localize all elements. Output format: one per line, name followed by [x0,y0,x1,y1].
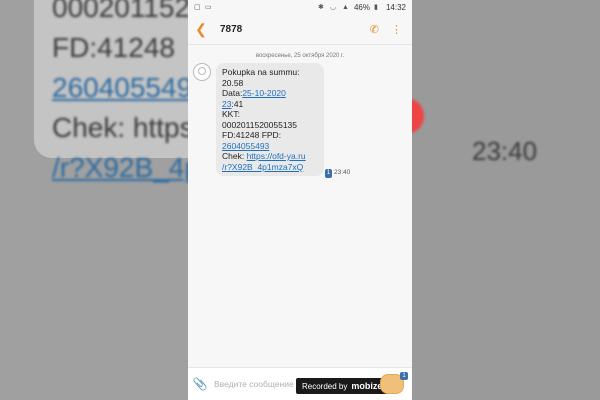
minute-text: :41 [231,98,244,109]
message-line: Pokupka na summu: [222,67,300,77]
message-line: /r?X92B_4p1mza7xQ [222,162,318,173]
gallery-icon: ▢ [194,3,201,11]
mobizen-badge-icon [412,98,424,134]
bg-line: 0002011520055135 [52,0,188,23]
status-bar: ▢ ▭ ✱ ◡ ▲ 46% ▮ 14:32 [188,0,412,14]
chek-link-cont[interactable]: /r?X92B_4p1mza7xQ [222,162,303,172]
message-line: 23:41 [222,99,318,110]
bluetooth-icon: ✱ [317,3,324,11]
send-count-badge: 1 [400,372,408,380]
chek-label: Chek: [222,151,247,161]
background-left: 0002011520055135 FD:41248 2604055493 Che… [0,0,188,400]
conversation-title: 7878 [220,23,243,35]
date-link[interactable]: 25-10-2020 [242,88,285,98]
message-line: KKT: [222,109,240,119]
bg-time: 23:40 [472,136,538,166]
back-arrow-icon[interactable]: ❮ [188,21,214,38]
bg-line: FD:41248 [52,32,175,63]
message-line: Data:25-10-2020 [222,88,318,99]
message-line: 20.58 [222,77,244,88]
call-icon[interactable]: ✆ [370,23,379,36]
message-line: 2604055493 [222,141,318,152]
bg-line: Chek: https://ofd-ya.ru [52,112,188,143]
message-time: 23:40 [334,169,351,176]
clock: 14:32 [385,2,406,12]
battery-icon: ▮ [373,3,378,11]
recording-label: Recorded by [302,381,348,391]
message-bubble[interactable]: Pokupka na summu: 20.58 Data:25-10-2020 … [216,63,324,176]
data-label: Data: [222,88,243,98]
app-bar: ❮ 7878 ✆ ⋮ [188,14,412,45]
cast-icon: ▭ [205,3,212,11]
date-separator: воскресенье, 25 октября 2020 г. [255,53,345,59]
message-count-badge: 1 [325,169,332,178]
battery-percent: 46% [353,2,370,12]
bg-line: /r?X92B_4p1mza7xQ [52,152,188,183]
contact-avatar-icon[interactable] [193,63,211,81]
background-right: 23:40 [412,0,600,400]
message-line: 0002011520055135 [222,119,298,130]
compose-bar: 📎 Recorded by mobizen 1 [188,367,412,400]
message-row: Pokupka na summu: 20.58 Data:25-10-2020 … [188,63,412,183]
phone-screen: ▢ ▭ ✱ ◡ ▲ 46% ▮ 14:32 ❮ 7878 ✆ ⋮ воскрес… [188,0,412,400]
signal-icon: ▲ [341,3,349,11]
fpd-link[interactable]: 2604055493 [222,141,269,151]
bg-line: 2604055493 [52,72,188,103]
more-menu-icon[interactable]: ⋮ [391,23,402,36]
message-line: Chek: https://ofd-ya.ru [222,151,318,162]
message-line: FD:41248 FPD: [222,130,282,140]
wifi-icon: ◡ [329,3,337,11]
attach-icon[interactable]: 📎 [188,377,212,391]
chek-link[interactable]: https://ofd-ya.ru [247,151,306,161]
